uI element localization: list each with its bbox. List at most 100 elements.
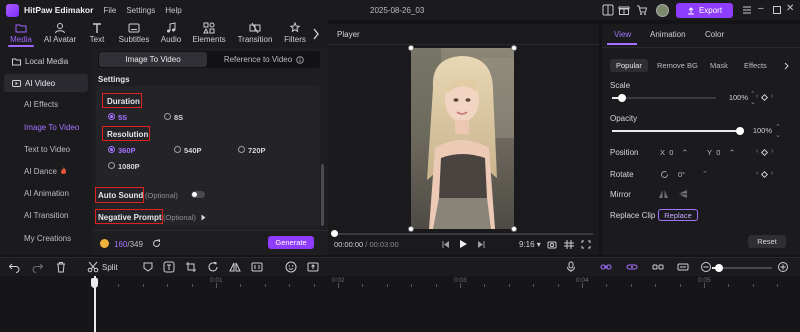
- video-preview[interactable]: [411, 48, 514, 229]
- flip-horizontal-icon[interactable]: [658, 189, 669, 199]
- sidebar-item-ai-transition[interactable]: AI Transition: [4, 206, 88, 224]
- mirror-icon[interactable]: [229, 261, 241, 273]
- resize-handle-bottom-right[interactable]: [511, 226, 517, 232]
- tab-view[interactable]: View: [614, 30, 631, 39]
- playhead-handle[interactable]: [91, 278, 98, 288]
- keyframe-next-icon[interactable]: ›: [771, 93, 773, 100]
- resize-handle-top-right[interactable]: [511, 45, 517, 51]
- sidebar-item-ai-effects[interactable]: AI Effects: [4, 95, 88, 113]
- timeline-ruler[interactable]: 0:01 0:02 0:03 0:04 0:05: [94, 276, 800, 290]
- subtab-popular[interactable]: Popular: [610, 59, 648, 72]
- flip-vertical-icon[interactable]: [678, 189, 688, 199]
- grid-icon[interactable]: [564, 240, 574, 249]
- scissors-icon[interactable]: [87, 261, 99, 273]
- position-x-field[interactable]: X 0 ⌃: [660, 148, 688, 159]
- keyframe-next-icon[interactable]: ›: [771, 170, 773, 177]
- subtab-mask[interactable]: Mask: [710, 59, 728, 72]
- chevron-right-icon[interactable]: [312, 28, 320, 40]
- chevron-right-icon[interactable]: [784, 62, 790, 70]
- crop-icon[interactable]: [185, 261, 197, 273]
- tab-ai-avatar[interactable]: AI Avatar: [40, 21, 80, 47]
- duration-8s-radio[interactable]: [164, 113, 171, 120]
- sidebar-item-ai-animation[interactable]: AI Animation: [4, 184, 88, 202]
- maximize-icon[interactable]: [771, 4, 783, 16]
- scale-stepper-icon[interactable]: ⌃ ⌄: [750, 90, 756, 106]
- avatar[interactable]: [656, 4, 669, 17]
- sidebar-item-local-media[interactable]: Local Media: [4, 52, 88, 70]
- tab-color[interactable]: Color: [705, 30, 724, 39]
- tab-reference-to-video[interactable]: Reference to Video: [210, 52, 318, 67]
- undo-icon[interactable]: [8, 261, 20, 273]
- next-frame-icon[interactable]: [476, 240, 486, 249]
- keyframe-prev-icon[interactable]: ‹: [756, 148, 758, 155]
- detach-icon[interactable]: [652, 261, 664, 273]
- keyframe-prev-icon[interactable]: ‹: [756, 93, 758, 100]
- split-label[interactable]: Split: [102, 263, 118, 272]
- replace-button[interactable]: Replace: [658, 209, 698, 221]
- scale-keyframe-icon[interactable]: [760, 93, 769, 102]
- redo-icon[interactable]: [32, 261, 44, 273]
- snapshot-icon[interactable]: [547, 240, 557, 249]
- playback-progress[interactable]: [331, 230, 593, 237]
- timeline[interactable]: 0:01 0:02 0:03 0:04 0:05: [0, 276, 800, 332]
- settings-scrollbar[interactable]: [321, 164, 324, 226]
- menu-file[interactable]: File: [103, 6, 116, 15]
- microphone-icon[interactable]: [565, 261, 577, 273]
- face-icon[interactable]: [285, 261, 297, 273]
- sidebar-item-ai-dance[interactable]: AI Dance: [4, 162, 88, 180]
- hamburger-menu-icon[interactable]: [741, 4, 753, 16]
- rotate-stepper-icon[interactable]: ⌃: [702, 170, 708, 178]
- sidebar-item-image-to-video[interactable]: Image To Video: [4, 118, 88, 136]
- refresh-icon[interactable]: [152, 239, 161, 248]
- generate-button[interactable]: Generate: [268, 236, 314, 249]
- magnet-icon[interactable]: [626, 261, 638, 273]
- tab-subtitles[interactable]: Subtitles: [114, 21, 154, 47]
- zoom-in-icon[interactable]: [777, 261, 789, 273]
- sidebar-item-text-to-video[interactable]: Text to Video: [4, 140, 88, 158]
- text-box-icon[interactable]: [163, 261, 175, 273]
- minimize-icon[interactable]: –: [758, 3, 764, 14]
- progress-knob[interactable]: [331, 230, 338, 237]
- previous-frame-icon[interactable]: [441, 240, 451, 249]
- resolution-360p-radio[interactable]: [108, 146, 115, 153]
- tab-audio[interactable]: Audio: [157, 21, 185, 47]
- duration-5s-radio[interactable]: [108, 113, 115, 120]
- keyframe-prev-icon[interactable]: ‹: [756, 170, 758, 177]
- layout-icon[interactable]: [602, 4, 614, 16]
- menu-settings[interactable]: Settings: [126, 6, 155, 15]
- resolution-1080p-radio[interactable]: [108, 162, 115, 169]
- tab-filters[interactable]: Filters: [281, 21, 309, 47]
- rotate-field[interactable]: 0°: [678, 170, 685, 181]
- freeze-frame-icon[interactable]: [251, 261, 263, 273]
- tab-image-to-video[interactable]: Image To Video: [99, 52, 207, 67]
- delete-icon[interactable]: [55, 261, 67, 273]
- marker-icon[interactable]: [142, 261, 154, 273]
- timeline-zoom-slider[interactable]: [712, 264, 772, 272]
- resolution-720p-radio[interactable]: [238, 146, 245, 153]
- scale-value[interactable]: 100%: [718, 93, 748, 102]
- info-icon[interactable]: [296, 55, 304, 64]
- image-export-icon[interactable]: [307, 261, 319, 273]
- position-keyframe-icon[interactable]: [760, 148, 769, 157]
- fullscreen-icon[interactable]: [581, 240, 591, 249]
- subtab-effects[interactable]: Effects: [744, 59, 767, 72]
- sidebar-item-my-creations[interactable]: My Creations: [4, 229, 88, 247]
- auto-sound-toggle[interactable]: [191, 191, 205, 198]
- rotate-icon[interactable]: [207, 261, 219, 273]
- opacity-stepper-icon[interactable]: ⌃ ⌄: [775, 123, 781, 139]
- opacity-slider[interactable]: [612, 127, 744, 135]
- aspect-ratio-select[interactable]: 9:16 ▾: [519, 240, 541, 249]
- zoom-slider-knob[interactable]: [715, 264, 723, 272]
- zoom-out-icon[interactable]: [700, 261, 712, 273]
- cart-icon[interactable]: [636, 4, 648, 16]
- close-icon[interactable]: ✕: [786, 3, 794, 14]
- resolution-540p-radio[interactable]: [174, 146, 181, 153]
- tab-transition[interactable]: Transition: [233, 21, 277, 47]
- resize-handle-top-left[interactable]: [408, 45, 414, 51]
- export-button[interactable]: Export: [676, 3, 733, 18]
- opacity-value[interactable]: 100%: [742, 126, 772, 135]
- resize-handle-bottom-left[interactable]: [408, 226, 414, 232]
- expand-arrow-icon[interactable]: [201, 214, 206, 221]
- rotate-keyframe-icon[interactable]: [760, 170, 769, 179]
- gift-icon[interactable]: [618, 4, 630, 16]
